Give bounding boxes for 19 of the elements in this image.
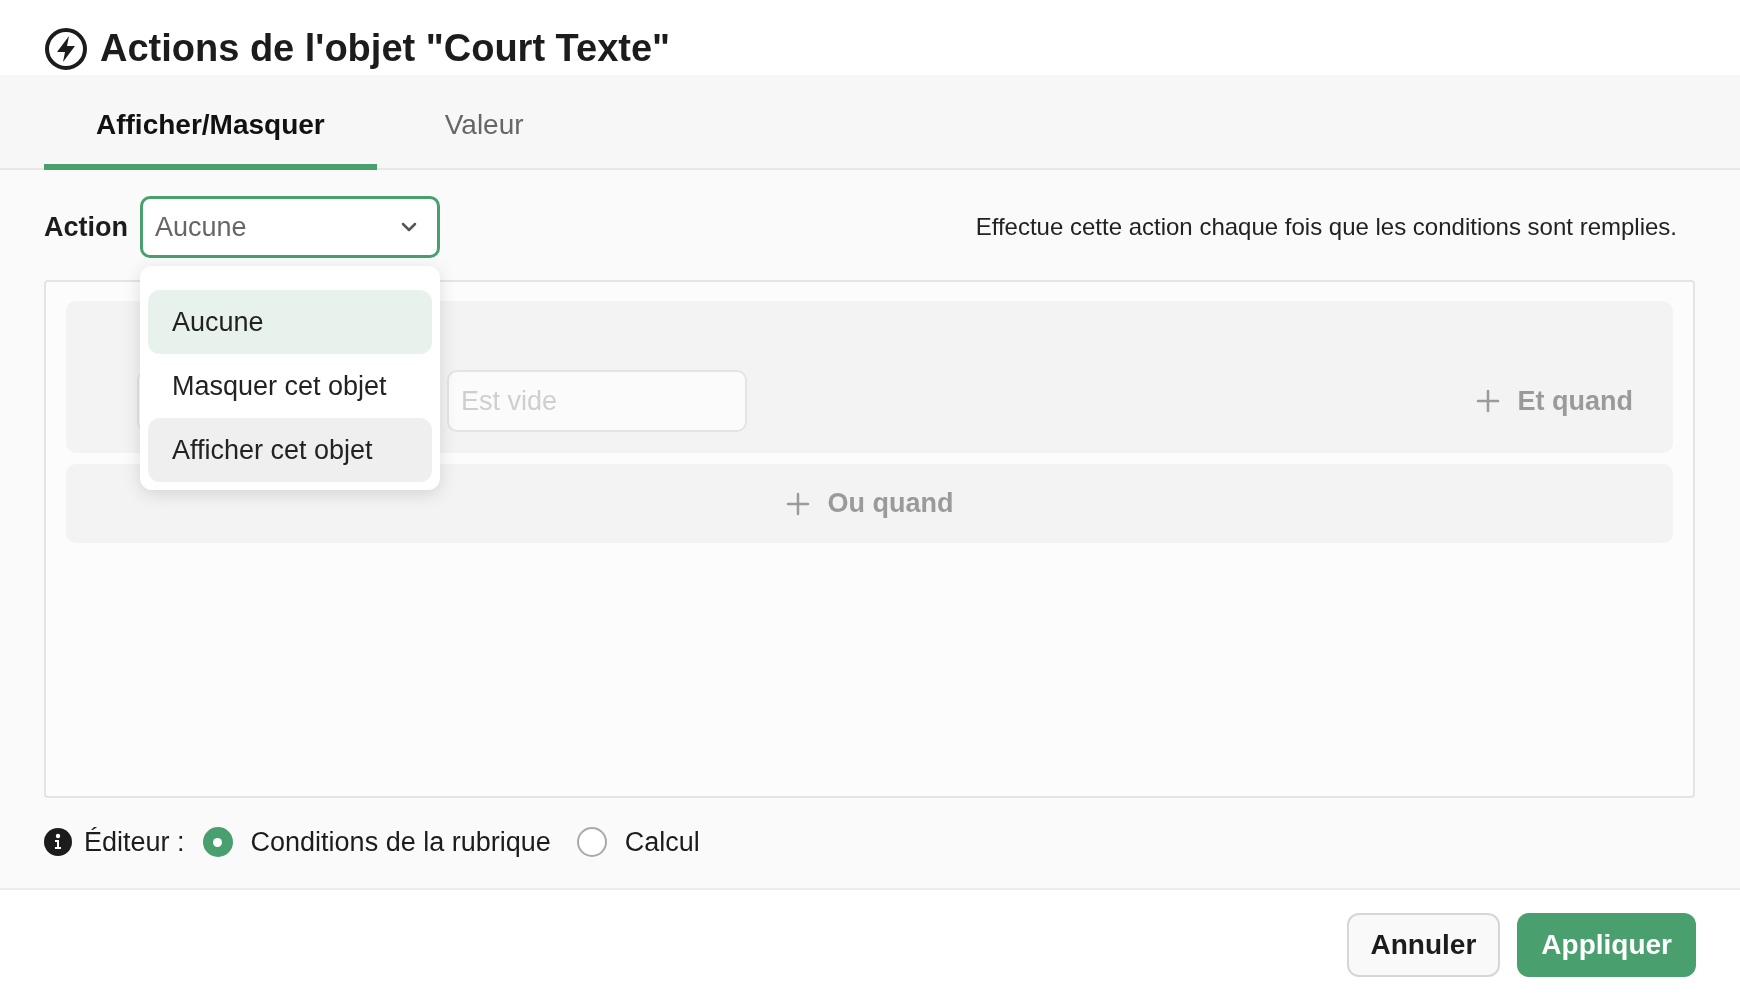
chevron-down-icon xyxy=(401,222,417,232)
radio-option[interactable]: Calcul xyxy=(576,826,700,858)
editor-label: Éditeur : xyxy=(84,826,185,858)
plus-icon xyxy=(1475,389,1500,413)
action-label: Action xyxy=(44,211,128,243)
plus-icon xyxy=(785,491,810,516)
radio-option[interactable]: Conditions de la rubrique xyxy=(202,826,551,858)
dropdown-option[interactable]: Masquer cet objet xyxy=(148,354,432,418)
dropdown-option[interactable]: Aucune xyxy=(148,290,432,354)
action-select[interactable]: Aucune xyxy=(140,196,440,258)
action-description: Effectue cette action chaque fois que les conditions sont remplies. xyxy=(975,213,1677,241)
dropdown-option[interactable]: Afficher cet objet xyxy=(148,418,432,482)
cancel-button[interactable]: Annuler xyxy=(1346,913,1501,977)
dialog-title: Actions de l'objet "Court Texte" xyxy=(100,27,671,70)
tab[interactable]: Valeur xyxy=(392,75,576,170)
lightning-icon xyxy=(44,26,88,71)
radio-button[interactable] xyxy=(576,827,607,857)
radio-button[interactable] xyxy=(202,827,233,857)
info-icon xyxy=(44,828,72,856)
